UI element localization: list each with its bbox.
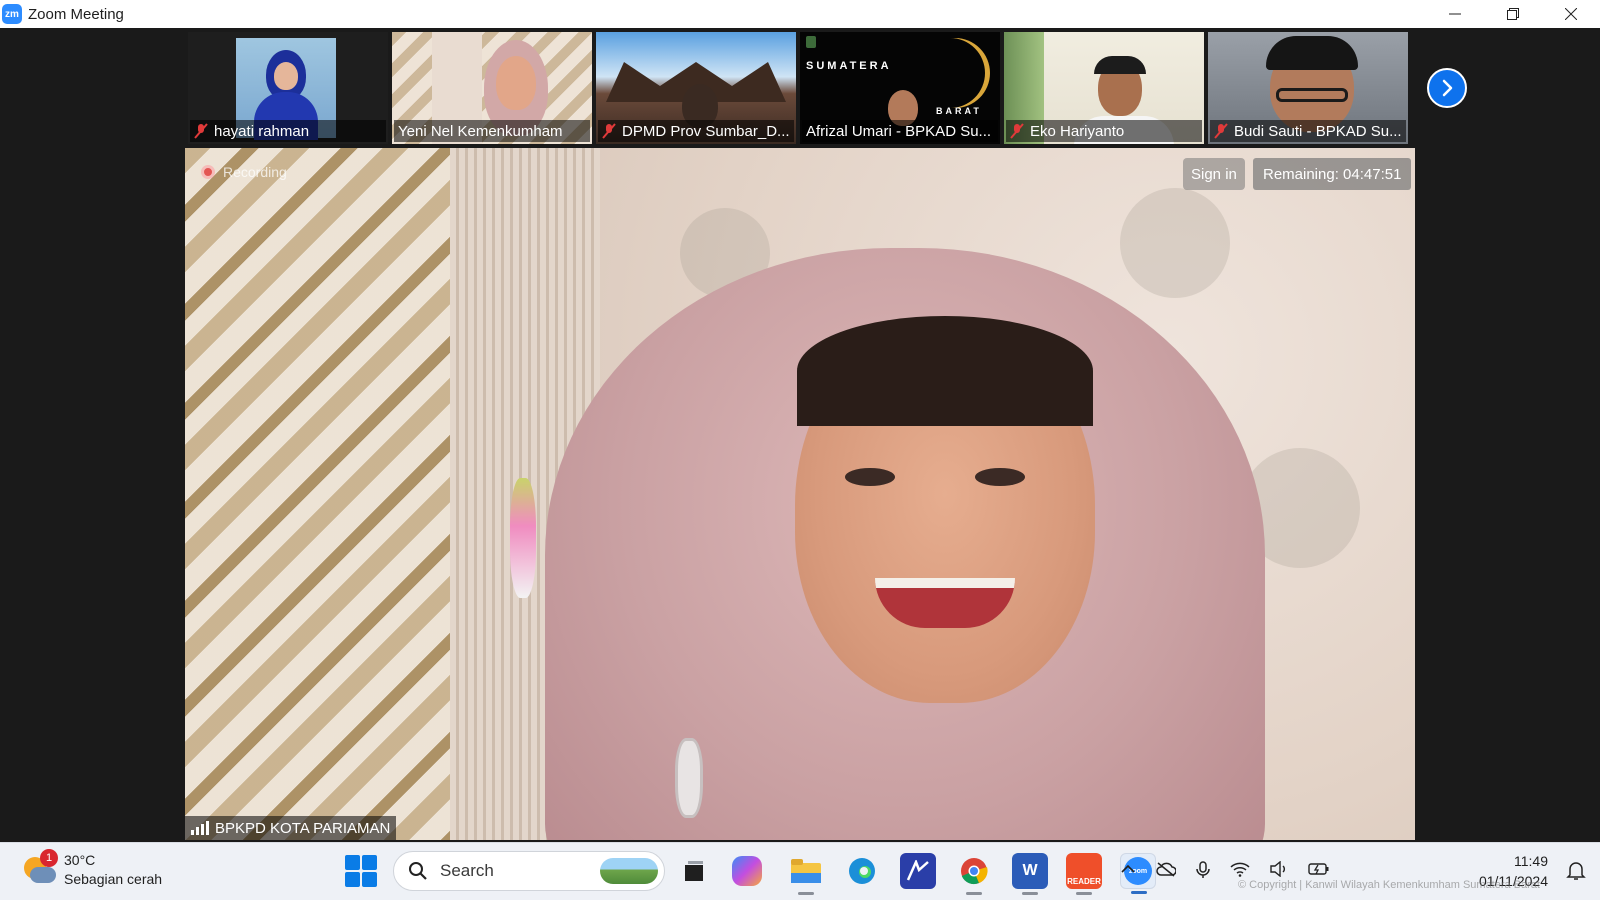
participant-thumbnail[interactable]: DPMD Prov Sumbar_D...	[596, 32, 796, 144]
reader-app-icon[interactable]: READER	[1066, 853, 1102, 895]
notification-bell-icon[interactable]	[1566, 861, 1586, 881]
participant-name: Budi Sauti - BPKAD Su...	[1234, 122, 1402, 140]
muted-mic-icon	[602, 123, 616, 139]
windows-taskbar: 1 30°C Sebagian cerah Search W READER zo…	[0, 842, 1600, 900]
title-bar: zm Zoom Meeting	[0, 0, 1600, 28]
participant-thumbnail[interactable]: Yeni Nel Kemenkumham	[392, 32, 592, 144]
copilot-icon[interactable]	[732, 856, 762, 886]
copyright-watermark: © Copyright | Kanwil Wilayah Kemenkumham…	[1238, 879, 1540, 891]
person-face	[496, 56, 536, 110]
restore-icon	[1507, 8, 1519, 20]
active-speaker-video[interactable]: Recording Sign in Remaining: 04:47:51 BP…	[185, 148, 1415, 840]
taskbar-search-box[interactable]: Search	[393, 851, 665, 891]
remaining-time-badge: Remaining: 04:47:51	[1253, 158, 1412, 190]
search-placeholder: Search	[440, 861, 494, 880]
person-eye	[975, 468, 1025, 486]
minimize-button[interactable]	[1426, 0, 1484, 28]
chrome-browser-icon[interactable]	[956, 853, 992, 895]
next-page-button[interactable]	[1427, 68, 1467, 108]
muted-mic-icon	[1010, 123, 1024, 139]
virtual-background-text: BARAT	[936, 106, 982, 116]
restore-button[interactable]	[1484, 0, 1542, 28]
task-view-icon[interactable]	[676, 853, 712, 889]
onedrive-cloud-icon[interactable]	[1156, 861, 1177, 884]
muted-mic-icon	[194, 123, 208, 139]
participant-name: DPMD Prov Sumbar_D...	[622, 122, 790, 140]
zoom-app-icon: zm	[2, 4, 22, 24]
person-eye	[845, 468, 895, 486]
person-hair	[797, 316, 1093, 426]
person-hair	[1094, 56, 1146, 74]
crescent-graphic	[920, 38, 990, 108]
virtual-background-text: SUMATERA	[806, 60, 892, 72]
participant-name-tag: Budi Sauti - BPKAD Su...	[1210, 120, 1406, 142]
window-title: Zoom Meeting	[28, 5, 124, 23]
partly-cloudy-icon: 1	[22, 849, 58, 887]
active-speaker-name-tag: BPKPD KOTA PARIAMAN	[185, 816, 397, 840]
notes-app-icon[interactable]	[900, 853, 936, 889]
participant-name-tag: Afrizal Umari - BPKAD Su...	[802, 120, 998, 142]
participant-name-tag: Yeni Nel Kemenkumham	[394, 120, 590, 142]
participant-name: hayati rahman	[214, 122, 310, 140]
participant-name-tag: hayati rahman	[190, 120, 386, 142]
weather-widget[interactable]: 1 30°C Sebagian cerah	[22, 849, 163, 889]
start-button[interactable]	[345, 855, 377, 887]
person-face	[274, 62, 298, 90]
recording-indicator[interactable]: Recording	[201, 164, 287, 180]
signal-strength-icon	[191, 821, 209, 835]
participant-thumbnail[interactable]: hayati rahman	[188, 32, 388, 144]
participant-name-tag: Eko Hariyanto	[1006, 120, 1202, 142]
participant-thumbnail-strip: hayati rahman Yeni Nel Kemenkumham DPMD …	[188, 32, 1408, 144]
close-button[interactable]	[1542, 0, 1600, 28]
reader-app-label: READER	[1067, 877, 1101, 886]
wall-ornament	[510, 478, 536, 598]
person-glasses	[1276, 88, 1348, 102]
close-icon	[1565, 8, 1577, 20]
minimize-icon	[1449, 13, 1461, 15]
microphone-icon[interactable]	[1196, 861, 1210, 884]
chevron-up-icon[interactable]	[1120, 861, 1136, 884]
recording-label: Recording	[223, 164, 287, 180]
wallpaper-damask	[185, 148, 475, 840]
wallpaper-flower	[1120, 188, 1230, 298]
person-brooch	[675, 738, 703, 818]
participant-thumbnail[interactable]: SUMATERA BARAT Afrizal Umari - BPKAD Su.…	[800, 32, 1000, 144]
participant-name-tag: DPMD Prov Sumbar_D...	[598, 120, 794, 142]
active-speaker-name: BPKPD KOTA PARIAMAN	[215, 819, 391, 837]
window-controls	[1426, 0, 1600, 28]
participant-thumbnail[interactable]: Budi Sauti - BPKAD Su...	[1208, 32, 1408, 144]
search-icon	[409, 862, 427, 880]
chevron-right-icon	[1442, 79, 1453, 97]
search-highlight-image	[600, 858, 658, 884]
file-explorer-icon[interactable]	[788, 853, 824, 895]
weather-temperature: 30°C	[64, 852, 96, 868]
participant-thumbnail[interactable]: Eko Hariyanto	[1004, 32, 1204, 144]
edge-browser-icon[interactable]	[844, 853, 880, 889]
word-app-icon[interactable]: W	[1012, 853, 1048, 895]
clock-time: 11:49	[1514, 853, 1548, 869]
participant-name: Afrizal Umari - BPKAD Su...	[806, 122, 992, 140]
muted-mic-icon	[1214, 123, 1228, 139]
participant-name: Yeni Nel Kemenkumham	[398, 122, 563, 140]
province-logo-icon	[806, 36, 816, 48]
recording-dot-icon	[201, 165, 215, 179]
participant-name: Eko Hariyanto	[1030, 122, 1125, 140]
weather-description: Sebagian cerah	[64, 871, 163, 887]
meeting-area: hayati rahman Yeni Nel Kemenkumham DPMD …	[0, 28, 1600, 842]
sign-in-button[interactable]: Sign in	[1183, 158, 1245, 190]
notification-badge: 1	[40, 849, 58, 867]
person-cap	[1266, 36, 1358, 70]
